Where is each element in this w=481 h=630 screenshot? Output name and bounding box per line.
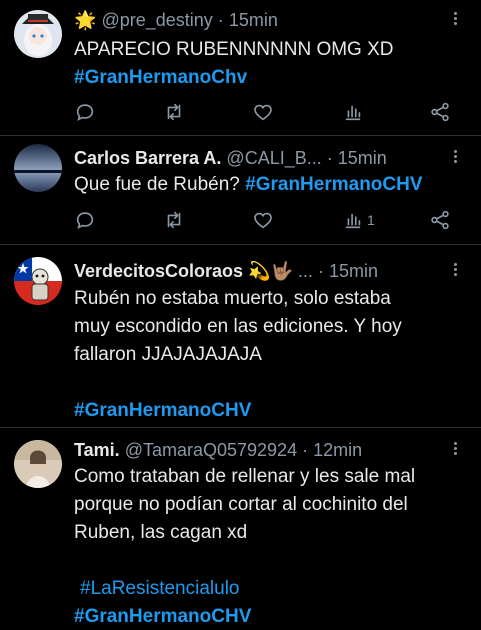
- user-handle[interactable]: @pre_destiny: [101, 10, 212, 30]
- tweet-text: Rubén no estaba muerto, solo estaba muy …: [74, 285, 463, 425]
- views-button[interactable]: [342, 100, 367, 124]
- text-line: Que fue de Rubén? #GranHermanoCHV: [74, 171, 463, 199]
- like-button[interactable]: [252, 208, 274, 232]
- reply-bubble-icon: [76, 212, 94, 229]
- user-name[interactable]: Tami.: [74, 440, 120, 460]
- avatar[interactable]: [14, 10, 62, 58]
- share-icon: [431, 210, 449, 230]
- more-options-icon[interactable]: [449, 440, 461, 460]
- user-emoji: 🌟: [74, 10, 97, 30]
- timestamp[interactable]: 12min: [313, 440, 362, 460]
- timestamp[interactable]: 15min: [229, 10, 278, 30]
- text-line: APARECIO RUBENNNNNN OMG XD: [74, 39, 394, 60]
- retweet-icon: [167, 211, 181, 229]
- tweet-text: APARECIO RUBENNNNNN OMG XD #GranHermanoC…: [74, 36, 463, 92]
- retweet-icon: [167, 103, 181, 121]
- hashtag[interactable]: #GranHermanoCHV: [74, 603, 463, 630]
- share-button[interactable]: [429, 208, 451, 232]
- views-bar-chart-icon: [345, 213, 361, 229]
- user-handle[interactable]: ...: [298, 261, 313, 281]
- text-line: Como trataban de rellenar y les sale mal: [74, 466, 416, 487]
- hashtag[interactable]: #GranHermanoCHV: [245, 174, 422, 195]
- tweet-2[interactable]: Carlos Barrera A. @CALI_B... · 15min Que…: [0, 136, 481, 245]
- tweet-text: Como trataban de rellenar y les sale mal…: [74, 463, 463, 630]
- tweet-actions: [74, 100, 457, 124]
- reply-button[interactable]: [74, 100, 96, 124]
- tweet-header: Carlos Barrera A. @CALI_B... · 15min: [74, 146, 441, 170]
- share-icon: [431, 102, 449, 122]
- share-button[interactable]: [429, 100, 451, 124]
- text-line: Ruben, las cagan xd: [74, 522, 248, 543]
- text-line: Rubén no estaba muerto, solo estaba: [74, 288, 391, 309]
- timestamp[interactable]: 15min: [329, 261, 378, 281]
- hashtag[interactable]: #GranHermanoChv: [74, 64, 463, 92]
- like-button[interactable]: [252, 100, 274, 124]
- avatar[interactable]: [14, 440, 62, 488]
- tweet-3[interactable]: VerdecitosColoraos 💫🤟🏽 ... · 15min Rubén…: [0, 245, 481, 428]
- tweet-4[interactable]: Tami. @TamaraQ05792924 · 12min Como trat…: [0, 428, 481, 630]
- heart-icon: [254, 212, 272, 229]
- timestamp[interactable]: 15min: [338, 148, 387, 168]
- tweet-header: VerdecitosColoraos 💫🤟🏽 ... · 15min: [74, 259, 441, 283]
- views-bar-chart-icon: [345, 105, 361, 121]
- hashtag[interactable]: #GranHermanoCHV: [74, 397, 463, 425]
- separator-dot: ·: [326, 148, 333, 168]
- user-handle[interactable]: @CALI_B...: [226, 148, 321, 168]
- avatar[interactable]: [14, 144, 62, 192]
- reply-bubble-icon: [76, 104, 94, 121]
- more-options-icon[interactable]: [449, 261, 461, 281]
- views-count: 1: [367, 212, 375, 228]
- user-handle[interactable]: @TamaraQ05792924: [125, 440, 297, 460]
- reply-button[interactable]: [74, 208, 96, 232]
- text-line: muy escondido en las ediciones. Y hoy: [74, 316, 402, 337]
- user-name[interactable]: VerdecitosColoraos: [74, 261, 243, 281]
- hashtag[interactable]: #LaResistencialulo: [74, 575, 463, 603]
- tweet-actions: 1: [74, 208, 457, 232]
- more-options-icon[interactable]: [449, 10, 461, 30]
- tweet-1[interactable]: 🌟 @pre_destiny · 15min APARECIO RUBENNNN…: [0, 0, 481, 136]
- retweet-button[interactable]: [163, 208, 185, 232]
- text-line: fallaron JJAJAJAJAJA: [74, 344, 262, 365]
- tweet-header: Tami. @TamaraQ05792924 · 12min: [74, 438, 441, 462]
- retweet-button[interactable]: [163, 100, 185, 124]
- separator-dot: ·: [317, 261, 324, 281]
- avatar[interactable]: [14, 257, 62, 305]
- heart-icon: [254, 104, 272, 121]
- separator-dot: ·: [302, 440, 309, 460]
- views-button[interactable]: 1: [342, 208, 375, 232]
- separator-dot: ·: [217, 10, 224, 30]
- tweet-header: 🌟 @pre_destiny · 15min: [74, 8, 441, 32]
- more-options-icon[interactable]: [449, 148, 461, 168]
- text-line: porque no podían cortar al cochinito del: [74, 494, 408, 515]
- user-emoji: 💫🤟🏽: [248, 261, 293, 281]
- user-name[interactable]: Carlos Barrera A.: [74, 148, 221, 168]
- text-span: Que fue de Rubén?: [74, 174, 240, 195]
- tweet-text: Que fue de Rubén? #GranHermanoCHV: [74, 171, 463, 199]
